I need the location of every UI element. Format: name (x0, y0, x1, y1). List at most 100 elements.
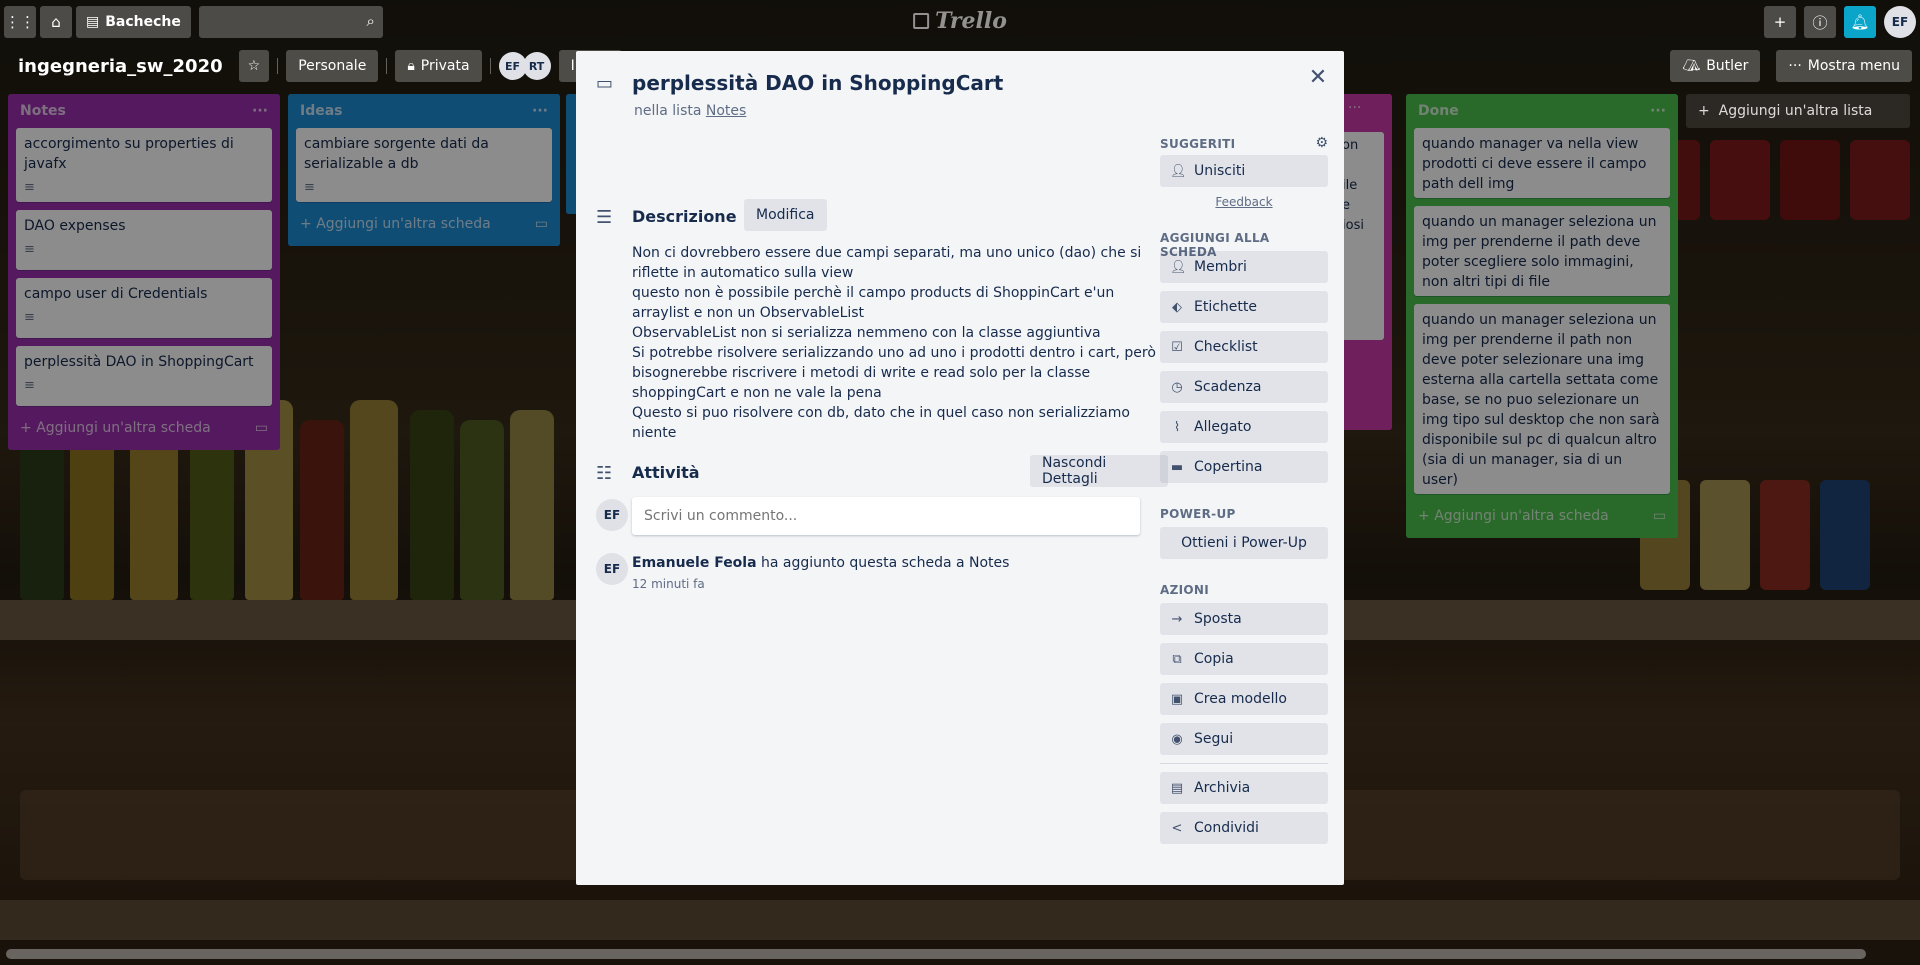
checklist-button[interactable]: ☑ Checklist (1160, 331, 1328, 363)
suggested-heading: SUGGERITI (1160, 137, 1236, 151)
person-icon: 👤︎ (1170, 163, 1187, 179)
card-fragment: iosi (1342, 218, 1364, 233)
info-icon[interactable]: ⓘ (1804, 6, 1836, 38)
add-card-button[interactable]: + Aggiungi un'altra scheda ▭ (16, 414, 272, 442)
description-icon: ☰ (596, 207, 613, 228)
attachment-button[interactable]: ⌇ Allegato (1160, 411, 1328, 443)
board-horizontal-scrollbar[interactable] (6, 949, 1866, 959)
more-icon: ··· (1788, 58, 1802, 74)
close-icon[interactable]: ✕ (1304, 63, 1332, 91)
list-ideas: Ideas ··· cambiare sorgente dati da seri… (288, 94, 560, 246)
card-title: DAO expenses (24, 218, 126, 234)
make-template-button[interactable]: ▣ Crea modello (1160, 683, 1328, 715)
member-avatar[interactable]: RT (522, 52, 551, 80)
button-label: Checklist (1194, 339, 1258, 355)
button-label: Scadenza (1194, 379, 1262, 395)
card-icon: ▭ (596, 73, 614, 94)
list-card[interactable]: campo user di Credentials ≡ (16, 278, 272, 338)
description-line: questo non è possibile perchè il campo p… (632, 285, 1115, 321)
person-icon: 👤︎ (1170, 259, 1187, 275)
star-icon: ☆ (247, 58, 261, 74)
privacy-button[interactable]: 🔒︎ Privata (395, 50, 482, 82)
divider (489, 58, 491, 74)
add-list-button[interactable]: + Aggiungi un'altra lista (1686, 94, 1910, 128)
list-menu-icon[interactable]: ··· (1650, 103, 1666, 119)
cover-button[interactable]: ▬ Copertina (1160, 451, 1328, 483)
search-input[interactable]: ⌕ (198, 6, 383, 38)
list-card[interactable]: quando un manager seleziona un img per p… (1414, 304, 1670, 494)
copy-button[interactable]: ⧉ Copia (1160, 643, 1328, 675)
get-powerups-button[interactable]: Ottieni i Power-Up (1160, 527, 1328, 559)
create-plus-icon[interactable]: + (1764, 6, 1796, 38)
join-button[interactable]: 👤︎ Unisciti (1160, 155, 1328, 187)
add-card-button[interactable]: + Aggiungi un'altra scheda ▭ (1414, 502, 1670, 530)
list-menu-icon[interactable]: ··· (252, 103, 268, 119)
card-fragment: ile (1342, 178, 1358, 193)
edit-description-button[interactable]: Modifica (744, 199, 827, 231)
activity-time[interactable]: 12 minuti fa (632, 577, 705, 591)
list-menu-icon[interactable]: ··· (532, 103, 548, 119)
card-title-heading[interactable]: perplessità DAO in ShoppingCart (632, 71, 1003, 95)
gear-icon[interactable]: ⚙ (1315, 135, 1328, 151)
activity-user[interactable]: Emanuele Feola (632, 555, 757, 571)
notifications-bell-icon[interactable]: 🔔︎ (1844, 6, 1876, 38)
copy-icon: ⧉ (1172, 651, 1182, 667)
list-card[interactable]: DAO expenses ≡ (16, 210, 272, 270)
activity-avatar[interactable]: EF (596, 553, 628, 585)
list-header[interactable]: Ideas ··· (296, 94, 552, 128)
butler-button[interactable]: ⛺︎ Butler (1670, 50, 1761, 82)
list-header[interactable]: Notes ··· (16, 94, 272, 128)
add-card-button[interactable]: + Aggiungi un'altra scheda ▭ (296, 210, 552, 238)
boards-icon: ▤ (86, 14, 100, 30)
list-link[interactable]: Notes (706, 103, 746, 119)
apps-grid-icon[interactable]: ⋮⋮ (4, 6, 36, 38)
board-title[interactable]: ingegneria_sw_2020 (10, 56, 231, 77)
list-card[interactable]: accorgimento su properties di javafx ≡ (16, 128, 272, 202)
move-button[interactable]: → Sposta (1160, 603, 1328, 635)
header-actions: + ⓘ 🔔︎ EF (1764, 6, 1916, 38)
show-menu-button[interactable]: ··· Mostra menu (1776, 50, 1912, 82)
trello-logo[interactable]: Trello (913, 8, 1007, 34)
home-icon[interactable]: ⌂ (40, 6, 72, 38)
lock-icon: 🔒︎ (407, 58, 415, 74)
template-icon[interactable]: ▭ (535, 216, 548, 232)
template-icon[interactable]: ▭ (255, 420, 268, 436)
list-menu-icon[interactable]: ··· (1348, 100, 1361, 116)
user-avatar[interactable]: EF (596, 499, 628, 531)
members-button[interactable]: 👤︎ Membri (1160, 251, 1328, 283)
due-date-button[interactable]: ◷ Scadenza (1160, 371, 1328, 403)
description-icon: ≡ (24, 180, 35, 195)
list-title: Ideas (300, 103, 343, 119)
list-card[interactable]: quando manager va nella view prodotti ci… (1414, 128, 1670, 198)
feedback-link[interactable]: Feedback (1160, 195, 1328, 209)
list-title: Notes (20, 103, 66, 119)
template-icon[interactable]: ▭ (1653, 508, 1666, 524)
card-title: quando un manager seleziona un img per p… (1422, 312, 1660, 488)
button-label: Copertina (1194, 459, 1263, 475)
list-card[interactable]: cambiare sorgente dati da serializable a… (296, 128, 552, 202)
labels-button[interactable]: ⬖ Etichette (1160, 291, 1328, 323)
butler-icon: ⛺︎ (1682, 58, 1701, 74)
boards-button[interactable]: ▤ Bacheche (76, 6, 191, 38)
button-label: Sposta (1194, 611, 1242, 627)
archive-icon: ▤ (1170, 780, 1184, 796)
list-card[interactable]: perplessità DAO in ShoppingCart ≡ (16, 346, 272, 406)
watch-button[interactable]: ◉ Segui (1160, 723, 1328, 755)
button-label: Etichette (1194, 299, 1257, 315)
powerup-heading: POWER-UP (1160, 507, 1236, 521)
list-header[interactable]: Done ··· (1414, 94, 1670, 128)
button-label: Crea modello (1194, 691, 1287, 707)
star-board-button[interactable]: ☆ (238, 50, 270, 82)
description-text[interactable]: Non ci dovrebbero essere due campi separ… (632, 243, 1162, 443)
team-visibility-button[interactable]: Personale (286, 50, 379, 82)
share-button[interactable]: < Condividi (1160, 812, 1328, 844)
add-card-label: Aggiungi un'altra scheda (316, 216, 491, 232)
join-label: Unisciti (1194, 163, 1246, 179)
list-card[interactable]: quando un manager seleziona un img per p… (1414, 206, 1670, 296)
button-label: Allegato (1194, 419, 1252, 435)
comment-input[interactable] (632, 497, 1140, 535)
archive-button[interactable]: ▤ Archivia (1160, 772, 1328, 804)
eye-icon: ◉ (1171, 731, 1183, 747)
hide-details-button[interactable]: Nascondi Dettagli (1030, 455, 1168, 487)
user-avatar[interactable]: EF (1884, 6, 1916, 38)
